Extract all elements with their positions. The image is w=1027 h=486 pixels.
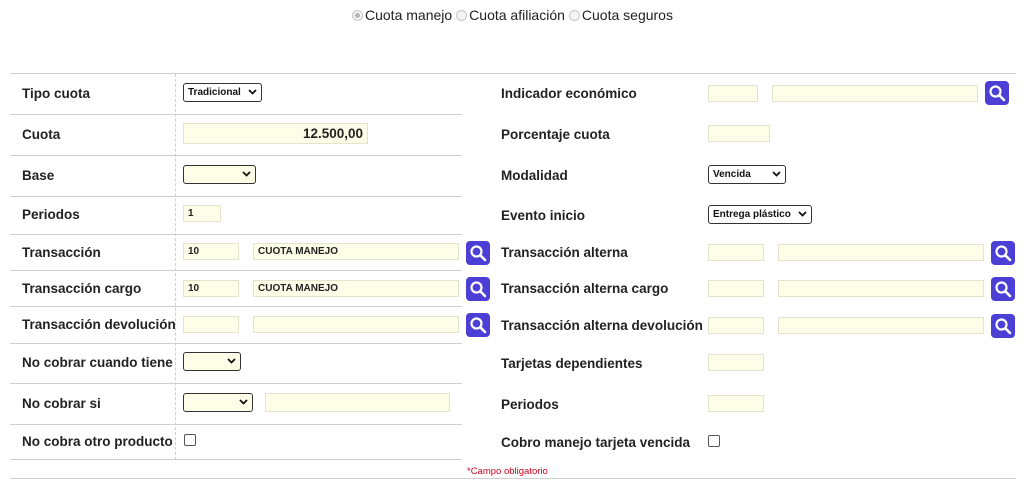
radio-cuota-seguros[interactable]: Cuota seguros: [568, 7, 673, 23]
transaccion-devolucion-description-input[interactable]: [253, 316, 459, 333]
search-icon: [995, 281, 1012, 298]
label-transaccion-devolucion: Transacción devolución: [22, 317, 176, 332]
search-icon: [470, 317, 487, 334]
chevron-down-icon: [798, 208, 807, 219]
label-cuota: Cuota: [22, 127, 61, 142]
label-tipo-cuota: Tipo cuota: [22, 86, 91, 101]
divider: [10, 234, 462, 235]
transaccion-devolucion-code-input[interactable]: [183, 316, 239, 333]
tarjetas-dependientes-input[interactable]: [708, 354, 764, 371]
transaccion-alterna-cargo-code-input[interactable]: [708, 280, 764, 297]
radio-cuota-manejo[interactable]: Cuota manejo: [352, 7, 452, 23]
evento-inicio-select[interactable]: Entrega plástico: [708, 205, 812, 224]
label-transaccion-alterna: Transacción alterna: [501, 245, 628, 260]
transaccion-alterna-cargo-description-input[interactable]: [778, 280, 984, 297]
transaccion-alterna-search-button[interactable]: [991, 241, 1015, 265]
radio-label: Cuota seguros: [581, 7, 673, 23]
chevron-down-icon: [239, 396, 248, 407]
divider: [10, 73, 1016, 74]
divider: [10, 459, 462, 460]
no-cobra-otro-producto-checkbox[interactable]: [184, 434, 196, 446]
divider: [10, 306, 462, 307]
column-divider: [175, 74, 176, 460]
tipo-cuota-select[interactable]: Tradicional: [183, 83, 262, 102]
label-porcentaje-cuota: Porcentaje cuota: [501, 127, 610, 142]
cobro-manejo-tarjeta-vencida-checkbox[interactable]: [708, 435, 720, 447]
divider: [10, 383, 462, 384]
no-cobrar-si-extra-input[interactable]: [265, 393, 450, 412]
label-transaccion: Transacción: [22, 245, 101, 260]
search-icon: [470, 245, 487, 262]
label-indicador-economico: Indicador económico: [501, 86, 637, 101]
divider: [10, 424, 462, 425]
transaccion-devolucion-search-button[interactable]: [466, 313, 490, 337]
search-icon: [995, 318, 1012, 335]
tipo-cuota-value: Tradicional: [188, 87, 241, 98]
label-no-cobra-otro-producto: No cobra otro producto: [22, 434, 173, 449]
label-transaccion-cargo: Transacción cargo: [22, 281, 142, 296]
transaccion-alterna-cargo-search-button[interactable]: [991, 277, 1015, 301]
transaccion-alterna-devolucion-search-button[interactable]: [991, 314, 1015, 338]
transaccion-alterna-description-input[interactable]: [778, 244, 984, 261]
divider: [10, 343, 462, 344]
label-modalidad: Modalidad: [501, 168, 568, 183]
label-tarjetas-dependientes: Tarjetas dependientes: [501, 356, 643, 371]
radio-button[interactable]: [568, 9, 580, 21]
indicador-economico-code-input[interactable]: [708, 85, 758, 102]
search-icon: [989, 85, 1006, 102]
label-cobro-manejo-tarjeta-vencida: Cobro manejo tarjeta vencida: [501, 435, 691, 450]
radio-label: Cuota manejo: [365, 7, 453, 23]
required-field-note: *Campo obligatorio: [467, 466, 548, 477]
label-periodos-right: Periodos: [501, 397, 559, 412]
divider: [10, 155, 462, 156]
fee-type-selector: Cuota manejo Cuota afiliación Cuota segu…: [352, 7, 677, 23]
radio-button[interactable]: [352, 9, 363, 21]
transaccion-cargo-search-button[interactable]: [466, 277, 490, 301]
transaccion-search-button[interactable]: [466, 241, 490, 265]
search-icon: [470, 281, 487, 298]
label-no-cobrar-cuando-tiene: No cobrar cuando tiene: [22, 355, 173, 370]
label-periodos: Periodos: [22, 207, 80, 222]
no-cobrar-cuando-tiene-select[interactable]: [183, 352, 241, 371]
evento-inicio-value: Entrega plástico: [713, 209, 791, 220]
transaccion-alterna-devolucion-description-input[interactable]: [778, 317, 984, 334]
label-transaccion-alterna-devolucion: Transacción alterna devolución: [501, 318, 703, 333]
modalidad-value: Vencida: [713, 169, 751, 180]
search-icon: [995, 245, 1012, 262]
transaccion-cargo-code-input[interactable]: 10: [183, 280, 239, 297]
chevron-down-icon: [248, 86, 257, 97]
divider: [10, 114, 462, 115]
label-transaccion-alterna-cargo: Transacción alterna cargo: [501, 281, 669, 296]
divider: [10, 270, 462, 271]
indicador-economico-description-input[interactable]: [772, 85, 978, 102]
chevron-down-icon: [242, 168, 251, 179]
transaccion-cargo-description-input[interactable]: CUOTA MANEJO: [253, 280, 459, 297]
periodos-input[interactable]: 1: [183, 205, 221, 222]
divider: [10, 478, 1016, 479]
base-select[interactable]: [183, 165, 256, 184]
radio-button[interactable]: [456, 9, 468, 21]
label-no-cobrar-si: No cobrar si: [22, 396, 101, 411]
radio-label: Cuota afiliación: [469, 7, 565, 23]
indicador-economico-search-button[interactable]: [985, 81, 1009, 105]
transaccion-alterna-devolucion-code-input[interactable]: [708, 317, 764, 334]
transaccion-description-input[interactable]: CUOTA MANEJO: [253, 243, 459, 260]
transaccion-code-input[interactable]: 10: [183, 243, 239, 260]
transaccion-alterna-code-input[interactable]: [708, 244, 764, 261]
cuota-input[interactable]: 12.500,00: [183, 123, 368, 144]
label-evento-inicio: Evento inicio: [501, 208, 586, 223]
periodos-right-input[interactable]: [708, 395, 764, 412]
divider: [10, 196, 462, 197]
no-cobrar-si-select[interactable]: [183, 393, 253, 412]
chevron-down-icon: [227, 355, 236, 366]
label-base: Base: [22, 168, 55, 183]
radio-cuota-afiliacion[interactable]: Cuota afiliación: [456, 7, 565, 23]
chevron-down-icon: [772, 168, 781, 179]
porcentaje-cuota-input[interactable]: [708, 125, 770, 142]
modalidad-select[interactable]: Vencida: [708, 165, 786, 184]
